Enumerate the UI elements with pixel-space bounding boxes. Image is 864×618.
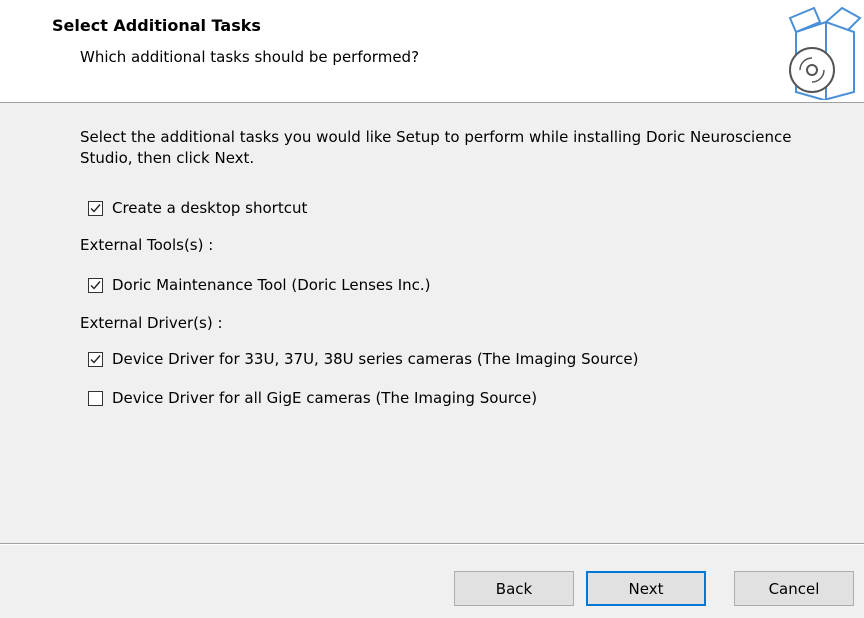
checkbox-checked[interactable]	[88, 277, 103, 293]
checkmark-icon	[90, 203, 101, 213]
next-button[interactable]: Next	[586, 571, 706, 606]
wizard-header: Select Additional Tasks Which additional…	[0, 0, 864, 102]
task-label: Create a desktop shortcut	[112, 199, 308, 217]
group-label-external-drivers: External Driver(s) :	[80, 314, 223, 332]
task-create-desktop-shortcut[interactable]: Create a desktop shortcut	[88, 197, 307, 219]
footer-divider-highlight	[0, 544, 864, 545]
setup-wizard-window: Select Additional Tasks Which additional…	[0, 0, 864, 618]
task-label: Device Driver for all GigE cameras (The …	[112, 389, 538, 407]
back-button[interactable]: Back	[454, 571, 574, 606]
cancel-button[interactable]: Cancel	[734, 571, 854, 606]
setup-box-disc-icon	[788, 6, 862, 100]
checkbox-unchecked[interactable]	[88, 390, 103, 406]
instructions-text: Select the additional tasks you would li…	[80, 128, 792, 167]
page-subtitle: Which additional tasks should be perform…	[80, 48, 420, 66]
checkbox-checked[interactable]	[88, 200, 103, 216]
checkmark-icon	[90, 354, 101, 364]
checkbox-checked[interactable]	[88, 351, 103, 367]
group-label-external-tools: External Tools(s) :	[80, 236, 214, 254]
wizard-content: Select the additional tasks you would li…	[0, 103, 864, 543]
task-driver-gige[interactable]: Device Driver for all GigE cameras (The …	[88, 387, 537, 409]
task-doric-maintenance-tool[interactable]: Doric Maintenance Tool (Doric Lenses Inc…	[88, 274, 431, 296]
task-label: Doric Maintenance Tool (Doric Lenses Inc…	[112, 276, 431, 294]
task-label: Device Driver for 33U, 37U, 38U series c…	[112, 350, 639, 368]
page-title: Select Additional Tasks	[52, 16, 261, 35]
checkmark-icon	[90, 280, 101, 290]
task-driver-33u-37u-38u[interactable]: Device Driver for 33U, 37U, 38U series c…	[88, 348, 638, 370]
